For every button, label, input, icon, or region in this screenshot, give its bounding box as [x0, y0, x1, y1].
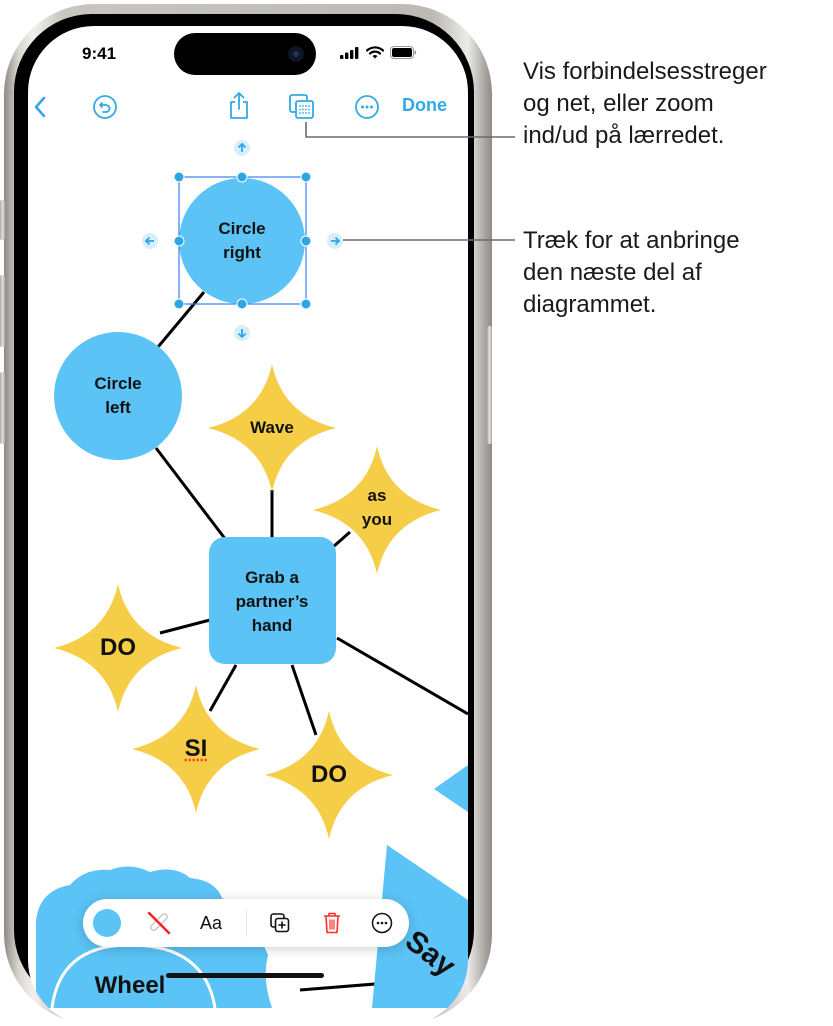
label-line: DO	[100, 634, 136, 661]
battery-icon	[390, 46, 417, 59]
label-line: DO	[311, 761, 347, 788]
callout-line-text: ind/ud på lærredet.	[523, 122, 725, 149]
share-icon	[230, 92, 248, 119]
label-line: Grab a	[245, 568, 299, 587]
label-si: SI	[185, 737, 208, 761]
volume-down-button	[0, 372, 5, 444]
chevron-left-icon	[34, 96, 46, 118]
connector-grab-to-do-left	[159, 618, 211, 635]
shape-toolbar: Aa	[83, 899, 409, 947]
stroke-button[interactable]	[141, 899, 177, 947]
cellular-signal-icon	[340, 46, 359, 59]
trash-icon	[324, 912, 340, 934]
duplicate-button[interactable]	[263, 899, 297, 947]
label-wave: Wave	[250, 416, 294, 440]
resize-handle-bottom-right[interactable]	[300, 298, 312, 310]
resize-handle-bottom-left[interactable]	[173, 298, 185, 310]
add-shape-arrow-left[interactable]	[142, 233, 158, 249]
callout-line-text: Træk for at anbringe	[523, 227, 740, 254]
grid-view-icon	[289, 94, 314, 119]
label-wheel: Wheel	[95, 974, 166, 998]
callout-view-options: Vis forbindelsesstreger og net, eller zo…	[523, 56, 767, 152]
resize-handle-left[interactable]	[173, 235, 185, 247]
shape-offscreen-triangle[interactable]	[434, 765, 468, 812]
resize-handle-right[interactable]	[300, 235, 312, 247]
ellipsis-circle-icon	[355, 95, 379, 119]
label-line: right	[223, 243, 261, 262]
label-line: Wheel	[94, 972, 166, 999]
label-line: Circle	[218, 219, 266, 238]
add-shape-arrow-right[interactable]	[327, 233, 343, 249]
callout-line-text: Vis forbindelsesstreger	[523, 58, 767, 85]
undo-icon	[93, 95, 117, 119]
home-indicator[interactable]	[166, 973, 324, 978]
resize-handle-top[interactable]	[236, 171, 248, 183]
view-options-button[interactable]	[288, 93, 316, 121]
callout-line-text: den næste del af	[523, 259, 702, 286]
label-line: as	[367, 486, 387, 505]
toolbar-more-button[interactable]	[365, 899, 399, 947]
side-button	[487, 326, 492, 444]
label-line: Wave	[250, 418, 294, 437]
add-shape-arrow-down[interactable]	[234, 325, 250, 341]
more-button[interactable]	[354, 94, 380, 120]
connector-grab-to-do-bottom	[290, 664, 318, 736]
connector-grab-to-si	[208, 664, 238, 712]
resize-handle-bottom[interactable]	[236, 298, 248, 310]
resize-handle-top-left[interactable]	[173, 171, 185, 183]
ellipsis-circle-icon	[371, 912, 393, 934]
no-stroke-icon	[147, 911, 171, 935]
label-line: Circle	[94, 374, 142, 393]
toolbar-divider	[246, 909, 247, 937]
label-line: SI	[184, 735, 208, 762]
label-line: partner’s	[235, 592, 309, 611]
wifi-icon	[366, 46, 384, 59]
label-circle-right: Circle right	[218, 217, 265, 265]
status-time: 9:41	[82, 44, 117, 63]
color-swatch-icon	[93, 909, 121, 937]
add-shape-arrow-up[interactable]	[234, 140, 250, 156]
callout-add-shape: Træk for at anbringe den næste del af di…	[523, 225, 740, 321]
duplicate-icon	[270, 913, 290, 933]
callout-line-text: og net, eller zoom	[523, 90, 714, 117]
front-camera	[288, 46, 304, 62]
fill-color-button[interactable]	[89, 899, 125, 947]
connector-as-you-to-grab	[332, 530, 351, 549]
volume-up-button	[0, 275, 5, 347]
label-line: left	[105, 398, 131, 417]
delete-button[interactable]	[315, 899, 349, 947]
label-do-left: DO	[100, 636, 136, 660]
label-as-you: as you	[362, 484, 392, 532]
connector-circle-left-to-grab	[154, 447, 228, 541]
label-do-bottom: DO	[311, 763, 347, 787]
screen: Circle right Circle left Wave as you Gra…	[28, 26, 468, 1026]
done-button[interactable]: Done	[402, 95, 447, 116]
text-style-button[interactable]: Aa	[191, 899, 231, 947]
dynamic-island	[174, 33, 316, 75]
resize-handle-top-right[interactable]	[300, 171, 312, 183]
callout-line-text: diagrammet.	[523, 291, 657, 318]
label-line: hand	[251, 616, 293, 635]
label-grab-partners-hand: Grab a partner’s hand	[236, 566, 309, 638]
connector-grab-to-offscreen	[336, 636, 468, 716]
label-line: you	[361, 510, 393, 529]
undo-button[interactable]	[92, 94, 118, 120]
action-button	[0, 200, 5, 240]
status-icons	[340, 46, 417, 59]
back-button[interactable]	[28, 94, 52, 120]
label-circle-left: Circle left	[94, 372, 141, 420]
share-button[interactable]	[228, 90, 250, 120]
